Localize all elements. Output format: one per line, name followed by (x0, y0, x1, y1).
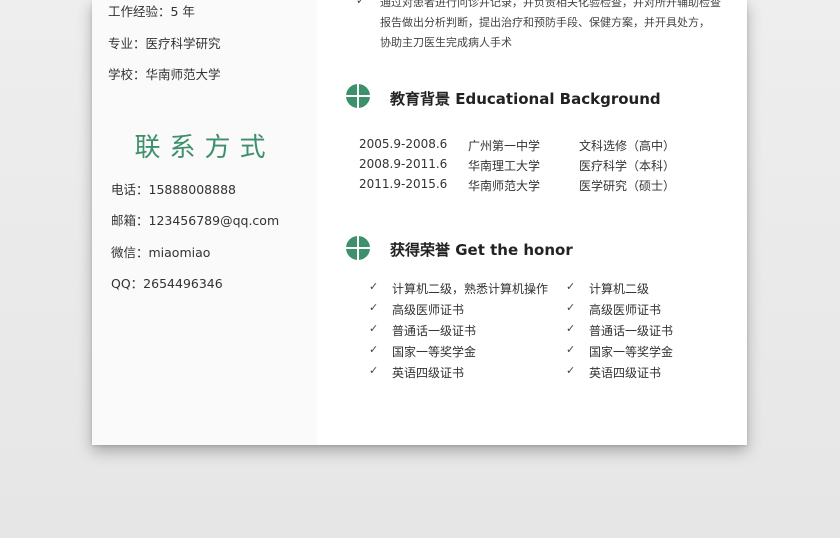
honor-item: 高级医师证书 (392, 303, 465, 317)
check-icon: ✓ (369, 364, 379, 377)
check-icon: ✓ (369, 301, 379, 314)
experience-line: 通过对患者进行问诊并记录，并负责相关化验检查，并对所开辅助检查 (380, 0, 721, 9)
school-info: 学校：华南师范大学 (108, 67, 221, 82)
education-school: 广州第一中学 (468, 139, 541, 153)
education-school: 华南理工大学 (468, 159, 541, 173)
resume-sidebar: 工作经验：5 年 专业：医疗科学研究 学校：华南师范大学 联系方式 电话：158… (92, 0, 317, 445)
education-period: 2008.9-2011.6 (359, 157, 448, 171)
check-icon: ✓ (566, 364, 576, 377)
crosshair-circle-icon (346, 236, 370, 260)
experience-years: 工作经验：5 年 (108, 4, 195, 19)
education-school: 华南师范大学 (468, 179, 541, 193)
education-major: 医疗科学（本科） (579, 159, 676, 173)
honor-section-title: 获得荣誉 Get the honor (390, 241, 573, 259)
education-major: 文科选修（高中） (579, 139, 676, 153)
experience-line: 报告做出分析判断，提出治疗和预防手段、保健方案，并开具处方， (380, 16, 710, 29)
honor-item: 计算机二级，熟悉计算机操作 (392, 282, 549, 296)
honor-item: 英语四级证书 (589, 366, 662, 380)
check-icon: ✓ (369, 322, 379, 335)
honor-item: 普通话一级证书 (392, 324, 477, 338)
resume-main: ✓ 通过对患者进行问诊并记录，并负责相关化验检查，并对所开辅助检查 报告做出分析… (317, 0, 747, 445)
check-icon: ✓ (369, 280, 379, 293)
contact-section-title: 联系方式 (134, 133, 275, 163)
contact-wechat: 微信：miaomiao (111, 245, 211, 260)
honor-item: 国家一等奖学金 (392, 345, 477, 359)
check-icon: ✓ (369, 343, 379, 356)
check-icon: ✓ (566, 301, 576, 314)
education-section-title: 教育背景 Educational Background (390, 90, 661, 108)
honor-item: 英语四级证书 (392, 366, 465, 380)
major-info: 专业：医疗科学研究 (108, 36, 221, 51)
honor-item: 国家一等奖学金 (589, 345, 674, 359)
experience-line: 协助主刀医生完成病人手术 (380, 36, 512, 49)
check-icon: ✓ (566, 343, 576, 356)
honor-item: 高级医师证书 (589, 303, 662, 317)
contact-phone: 电话：15888008888 (111, 182, 236, 197)
education-major: 医学研究（硕士） (579, 179, 676, 193)
resume-sheet: 工作经验：5 年 专业：医疗科学研究 学校：华南师范大学 联系方式 电话：158… (92, 0, 747, 445)
check-icon: ✓ (566, 322, 576, 335)
check-icon: ✓ (356, 0, 366, 7)
education-period: 2011.9-2015.6 (359, 177, 448, 191)
honor-item: 计算机二级 (589, 282, 650, 296)
education-period: 2005.9-2008.6 (359, 137, 448, 151)
check-icon: ✓ (566, 280, 576, 293)
crosshair-circle-icon (346, 84, 370, 108)
contact-qq: QQ：2654496346 (111, 276, 223, 291)
honor-item: 普通话一级证书 (589, 324, 674, 338)
contact-email: 邮箱：123456789@qq.com (111, 213, 280, 228)
